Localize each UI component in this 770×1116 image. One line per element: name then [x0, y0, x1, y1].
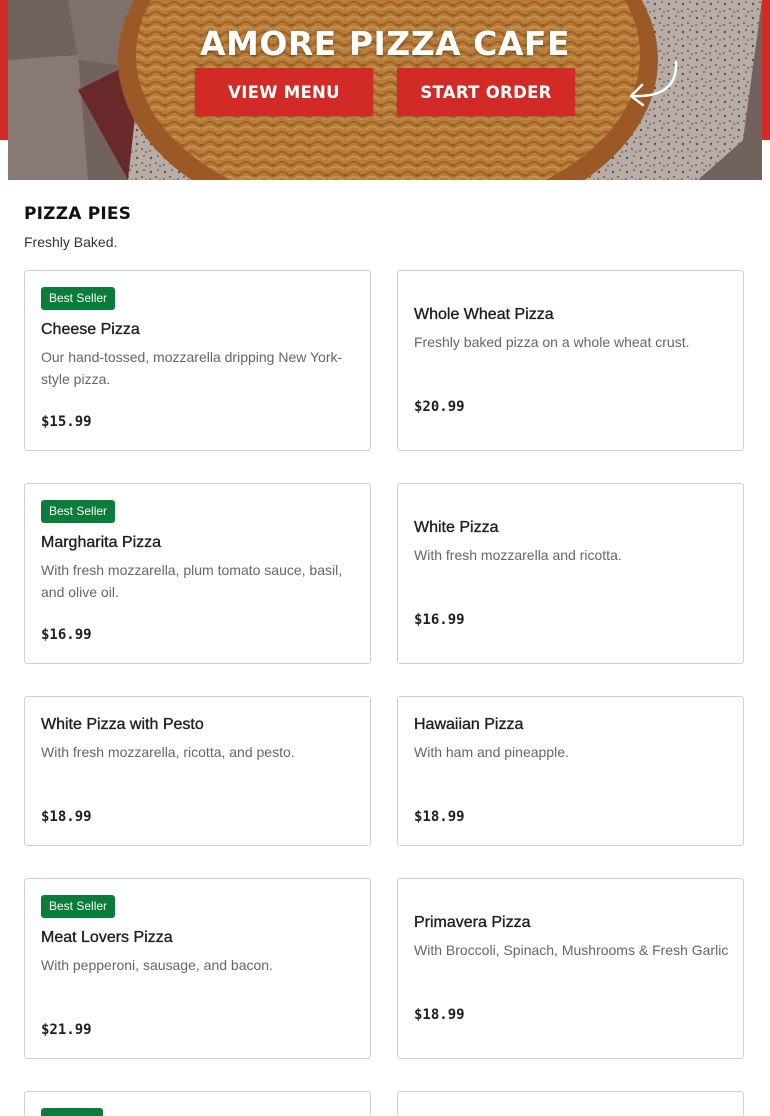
hero-accent-left [0, 0, 8, 140]
menu-item-card[interactable]: Primavera Pizza With Broccoli, Spinach, … [397, 878, 744, 1059]
menu-item-card[interactable]: Best Seller Meat Lovers Pizza With peppe… [24, 878, 371, 1059]
menu-item-name: Hawaiian Pizza [414, 716, 524, 733]
best-seller-badge: Best Seller [41, 895, 116, 918]
best-seller-badge: Best Seller [41, 500, 116, 523]
menu-item-description: With ham and pineapple. [414, 744, 569, 760]
menu-item-name: Whole Wheat Pizza [414, 306, 554, 323]
menu-item-price: $18.99 [414, 809, 465, 825]
menu-item-card[interactable] [397, 1091, 744, 1115]
start-order-button[interactable]: START ORDER [397, 68, 575, 116]
menu-item-price: $16.99 [41, 627, 92, 643]
menu-item-card[interactable]: Hawaiian Pizza With ham and pineapple. $… [397, 696, 744, 846]
menu-item-card[interactable] [24, 1091, 371, 1116]
menu-item-description: Freshly baked pizza on a whole wheat cru… [414, 334, 690, 350]
menu-item-name: Primavera Pizza [414, 914, 531, 931]
menu-item-price: $18.99 [414, 1007, 465, 1023]
menu-item-description: With fresh mozzarella, ricotta, and pest… [41, 744, 295, 760]
menu-item-price: $16.99 [414, 612, 465, 628]
menu-item-description: With fresh mozzarella, plum tomato sauce… [41, 562, 343, 600]
hero-banner: AMORE PIZZA CAFE VIEW MENU START ORDER [8, 0, 762, 180]
menu-item-card[interactable]: Best Seller Margharita Pizza With fresh … [24, 483, 371, 664]
menu-item-price: $21.99 [41, 1022, 92, 1038]
menu-item-name: Cheese Pizza [41, 321, 140, 338]
menu-item-card[interactable]: Whole Wheat Pizza Freshly baked pizza on… [397, 270, 744, 451]
menu-item-name: Meat Lovers Pizza [41, 929, 173, 946]
menu-item-name: White Pizza [414, 519, 499, 536]
menu-item-price: $18.99 [41, 809, 92, 825]
menu-item-name: Margharita Pizza [41, 534, 162, 551]
menu-item-card[interactable]: Best Seller Cheese Pizza Our hand-tossed… [24, 270, 371, 451]
menu-item-card[interactable]: White Pizza with Pesto With fresh mozzar… [24, 696, 371, 846]
menu-item-price: $20.99 [414, 399, 465, 415]
menu-item-description: With Broccoli, Spinach, Mushrooms & Fres… [414, 942, 729, 958]
menu-item-price: $15.99 [41, 414, 92, 430]
menu-item-description: With fresh mozzarella and ricotta. [414, 547, 622, 563]
menu-item-name: White Pizza with Pesto [41, 716, 204, 733]
section-title: PIZZA PIES [24, 204, 132, 224]
menu-item-description: Our hand-tossed, mozzarella dripping New… [41, 349, 343, 387]
curved-arrow-icon [629, 60, 678, 107]
best-seller-badge: Best Seller [41, 287, 116, 310]
section-subtitle: Freshly Baked. [24, 234, 118, 250]
hero-accent-right [762, 0, 770, 140]
menu-item-card[interactable]: White Pizza With fresh mozzarella and ri… [397, 483, 744, 664]
menu-item-description: With pepperoni, sausage, and bacon. [41, 957, 273, 973]
view-menu-button[interactable]: VIEW MENU [195, 68, 373, 116]
